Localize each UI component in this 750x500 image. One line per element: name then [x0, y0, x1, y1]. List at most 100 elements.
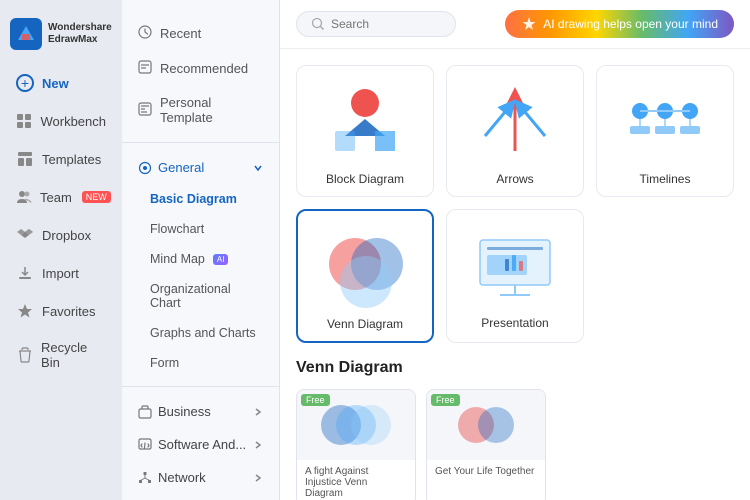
template-card-body-1: Get Your Life Together [427, 460, 545, 483]
venn-section: Venn Diagram Free A fight Against Injust… [280, 359, 750, 500]
graphs-label: Graphs and Charts [150, 326, 256, 340]
presentation-label: Presentation [481, 316, 548, 330]
template-card-1[interactable]: Free Get Your Life Together [426, 389, 546, 500]
block-diagram-label: Block Diagram [326, 172, 404, 186]
chevron-right-icon3 [253, 473, 263, 483]
recycle-label: Recycle Bin [41, 340, 106, 370]
sidebar-item-workbench[interactable]: Workbench [6, 103, 116, 139]
dropbox-icon [16, 226, 34, 244]
timelines-visual [607, 76, 723, 166]
workbench-icon [16, 112, 32, 130]
middle-recent[interactable]: Recent [122, 16, 279, 51]
free-badge-1: Free [431, 394, 460, 406]
presentation-card[interactable]: Presentation [446, 209, 584, 343]
favorites-label: Favorites [42, 304, 95, 319]
recent-icon [138, 25, 152, 42]
sub-graphs[interactable]: Graphs and Charts [122, 318, 279, 348]
network-label: Network [158, 470, 206, 485]
middle-panel: Recent Recommended Personal Template Gen… [122, 0, 280, 500]
logo-area: Wondershare EdrawMax [0, 10, 122, 64]
timelines-label: Timelines [640, 172, 691, 186]
sub-basic-diagram[interactable]: Basic Diagram [122, 184, 279, 214]
sub-flowchart[interactable]: Flowchart [122, 214, 279, 244]
middle-personal[interactable]: Personal Template [122, 86, 279, 134]
arrows-visual [457, 76, 573, 166]
plus-icon: + [16, 74, 34, 92]
personal-icon [138, 102, 152, 119]
ai-banner-text: AI drawing helps open your mind [543, 17, 718, 31]
template-row: Free A fight Against Injustice Venn Diag… [296, 389, 734, 500]
chevron-right-icon2 [253, 440, 263, 450]
dropbox-label: Dropbox [42, 228, 91, 243]
ai-banner: AI drawing helps open your mind [505, 10, 734, 38]
template-card-header-0: Free [297, 390, 415, 460]
sub-mind-map[interactable]: Mind Map AI [122, 244, 279, 274]
sidebar-item-import[interactable]: Import [6, 255, 116, 291]
template-card-body-0: A fight Against Injustice Venn Diagram [297, 460, 415, 500]
app-logo-icon [10, 18, 42, 50]
venn-diagram-card[interactable]: Venn Diagram [296, 209, 434, 343]
template-card-0[interactable]: Free A fight Against Injustice Venn Diag… [296, 389, 416, 500]
timelines-card[interactable]: Timelines [596, 65, 734, 197]
business-label: Business [158, 404, 211, 419]
sidebar-item-templates[interactable]: Templates [6, 141, 116, 177]
venn-section-title: Venn Diagram [296, 359, 734, 377]
favorites-icon [16, 302, 34, 320]
sub-org-chart[interactable]: Organizational Chart [122, 274, 279, 318]
basic-diagram-label: Basic Diagram [150, 192, 237, 206]
new-label: New [42, 76, 69, 91]
import-icon [16, 264, 34, 282]
sidebar-item-team[interactable]: Team NEW [6, 179, 116, 215]
recycle-icon [16, 346, 33, 364]
network-section[interactable]: Network [122, 461, 279, 494]
general-section[interactable]: General [122, 151, 279, 184]
import-label: Import [42, 266, 79, 281]
venn-visual [308, 221, 422, 311]
sub-form[interactable]: Form [122, 348, 279, 378]
sidebar-item-dropbox[interactable]: Dropbox [6, 217, 116, 253]
ai-star-icon [521, 16, 537, 32]
main-content: AI drawing helps open your mind Block Di… [280, 0, 750, 500]
template-card-header-1: Free [427, 390, 545, 460]
team-icon [16, 188, 32, 206]
personal-label: Personal Template [160, 95, 263, 125]
sidebar: Wondershare EdrawMax + New Workbench Tem… [0, 0, 122, 500]
block-diagram-card[interactable]: Block Diagram [296, 65, 434, 197]
diagram-grid: Block Diagram Arrows [280, 49, 750, 359]
venn-label: Venn Diagram [327, 317, 403, 331]
app-name: Wondershare EdrawMax [48, 22, 112, 46]
software-section[interactable]: Software And... [122, 428, 279, 461]
team-label: Team [40, 190, 72, 205]
templates-label: Templates [42, 152, 101, 167]
free-badge-0: Free [301, 394, 330, 406]
search-box[interactable] [296, 11, 456, 37]
middle-recommended[interactable]: Recommended [122, 51, 279, 86]
templates-icon [16, 150, 34, 168]
team-new-badge: NEW [82, 191, 111, 203]
software-label: Software And... [158, 437, 246, 452]
business-section[interactable]: Business [122, 395, 279, 428]
divider [122, 142, 279, 143]
ai-badge: AI [213, 254, 229, 265]
network-icon [138, 471, 152, 485]
general-label: General [158, 160, 204, 175]
recommended-label: Recommended [160, 61, 248, 76]
software-icon [138, 438, 152, 452]
chevron-down-icon [253, 163, 263, 173]
recommended-icon [138, 60, 152, 77]
search-input[interactable] [331, 17, 441, 31]
presentation-visual [457, 220, 573, 310]
divider2 [122, 386, 279, 387]
search-icon [311, 17, 325, 31]
arrows-label: Arrows [496, 172, 533, 186]
new-button[interactable]: + New [6, 65, 116, 101]
top-bar: AI drawing helps open your mind [280, 0, 750, 49]
arrows-card[interactable]: Arrows [446, 65, 584, 197]
sidebar-item-recycle[interactable]: Recycle Bin [6, 331, 116, 379]
org-chart-label: Organizational Chart [150, 282, 231, 310]
recent-label: Recent [160, 26, 201, 41]
mind-map-label: Mind Map [150, 252, 205, 266]
general-icon [138, 161, 152, 175]
sidebar-item-favorites[interactable]: Favorites [6, 293, 116, 329]
business-icon [138, 405, 152, 419]
